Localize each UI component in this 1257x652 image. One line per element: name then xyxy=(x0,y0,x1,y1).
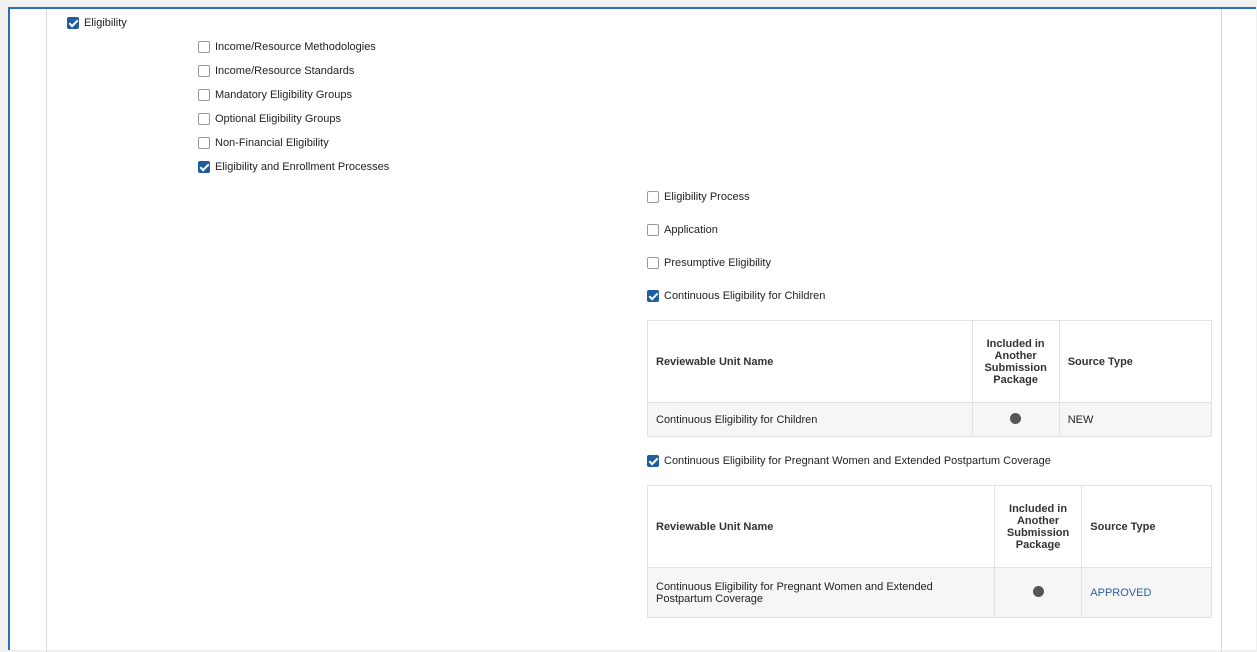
checkbox-checked-icon[interactable] xyxy=(198,161,210,173)
checkbox-label: Eligibility xyxy=(84,17,127,29)
checkbox-application[interactable]: Application xyxy=(647,222,718,238)
cell-included xyxy=(993,567,1083,618)
column-header-name: Reviewable Unit Name xyxy=(647,320,973,403)
checkbox-eligibility-enrollment-processes[interactable]: Eligibility and Enrollment Processes xyxy=(198,159,389,175)
checkbox-income-resource-standards[interactable]: Income/Resource Standards xyxy=(198,63,354,79)
checkbox-label: Presumptive Eligibility xyxy=(664,257,771,269)
reviewable-units-table: Reviewable Unit Name Included in Another… xyxy=(647,320,1213,437)
checkbox-income-resource-methodologies[interactable]: Income/Resource Methodologies xyxy=(198,39,376,55)
checkbox-mandatory-eligibility-groups[interactable]: Mandatory Eligibility Groups xyxy=(198,87,352,103)
checkbox-unchecked-icon[interactable] xyxy=(198,41,210,53)
table-row: Continuous Eligibility for Pregnant Wome… xyxy=(647,567,1212,618)
checkbox-label: Mandatory Eligibility Groups xyxy=(215,89,352,101)
checkbox-presumptive-eligibility[interactable]: Presumptive Eligibility xyxy=(647,255,771,271)
checkbox-label: Income/Resource Methodologies xyxy=(215,41,376,53)
checkbox-unchecked-icon[interactable] xyxy=(647,224,659,236)
checkbox-label: Continuous Eligibility for Pregnant Wome… xyxy=(664,455,1051,467)
column-header-source: Source Type xyxy=(1081,485,1212,568)
checkbox-label: Continuous Eligibility for Children xyxy=(664,290,826,302)
cell-unit-name: Continuous Eligibility for Children xyxy=(647,402,973,437)
checkbox-unchecked-icon[interactable] xyxy=(647,191,659,203)
reviewable-units-table: Reviewable Unit Name Included in Another… xyxy=(647,485,1212,618)
column-header-name: Reviewable Unit Name xyxy=(647,485,995,568)
cell-source-type: NEW xyxy=(1058,402,1213,437)
content-panel: Eligibility Income/Resource Methodologie… xyxy=(46,9,1222,652)
checkbox-eligibility[interactable]: Eligibility xyxy=(67,15,127,31)
checkbox-non-financial-eligibility[interactable]: Non-Financial Eligibility xyxy=(198,135,329,151)
column-header-included: Included in Another Submission Package xyxy=(993,485,1083,568)
checkbox-optional-eligibility-groups[interactable]: Optional Eligibility Groups xyxy=(198,111,341,127)
checkbox-label: Non-Financial Eligibility xyxy=(215,137,329,149)
table-row: Continuous Eligibility for Children NEW xyxy=(647,402,1213,437)
filled-circle-icon xyxy=(1032,585,1044,597)
page-frame: Eligibility Income/Resource Methodologie… xyxy=(8,7,1256,652)
checkbox-label: Application xyxy=(664,224,718,236)
checkbox-label: Eligibility and Enrollment Processes xyxy=(215,161,390,173)
filled-circle-icon xyxy=(1010,412,1022,424)
checkbox-label: Income/Resource Standards xyxy=(215,65,355,77)
checkbox-unchecked-icon[interactable] xyxy=(198,137,210,149)
column-header-source: Source Type xyxy=(1058,320,1213,403)
checkbox-continuous-eligibility-pregnant-women[interactable]: Continuous Eligibility for Pregnant Wome… xyxy=(647,453,1051,469)
checkbox-unchecked-icon[interactable] xyxy=(198,113,210,125)
cell-source-type-link[interactable]: APPROVED xyxy=(1081,567,1212,618)
column-header-included: Included in Another Submission Package xyxy=(971,320,1060,403)
checkbox-unchecked-icon[interactable] xyxy=(198,89,210,101)
checkbox-unchecked-icon[interactable] xyxy=(198,65,210,77)
checkbox-label: Optional Eligibility Groups xyxy=(215,113,341,125)
cell-included xyxy=(971,402,1060,437)
checkbox-unchecked-icon[interactable] xyxy=(647,257,659,269)
checkbox-eligibility-process[interactable]: Eligibility Process xyxy=(647,189,750,205)
cell-unit-name: Continuous Eligibility for Pregnant Wome… xyxy=(647,567,995,618)
checkbox-checked-icon[interactable] xyxy=(647,455,659,467)
checkbox-checked-icon[interactable] xyxy=(67,17,79,29)
checkbox-continuous-eligibility-children[interactable]: Continuous Eligibility for Children xyxy=(647,288,825,304)
checkbox-checked-icon[interactable] xyxy=(647,290,659,302)
checkbox-label: Eligibility Process xyxy=(664,191,750,203)
